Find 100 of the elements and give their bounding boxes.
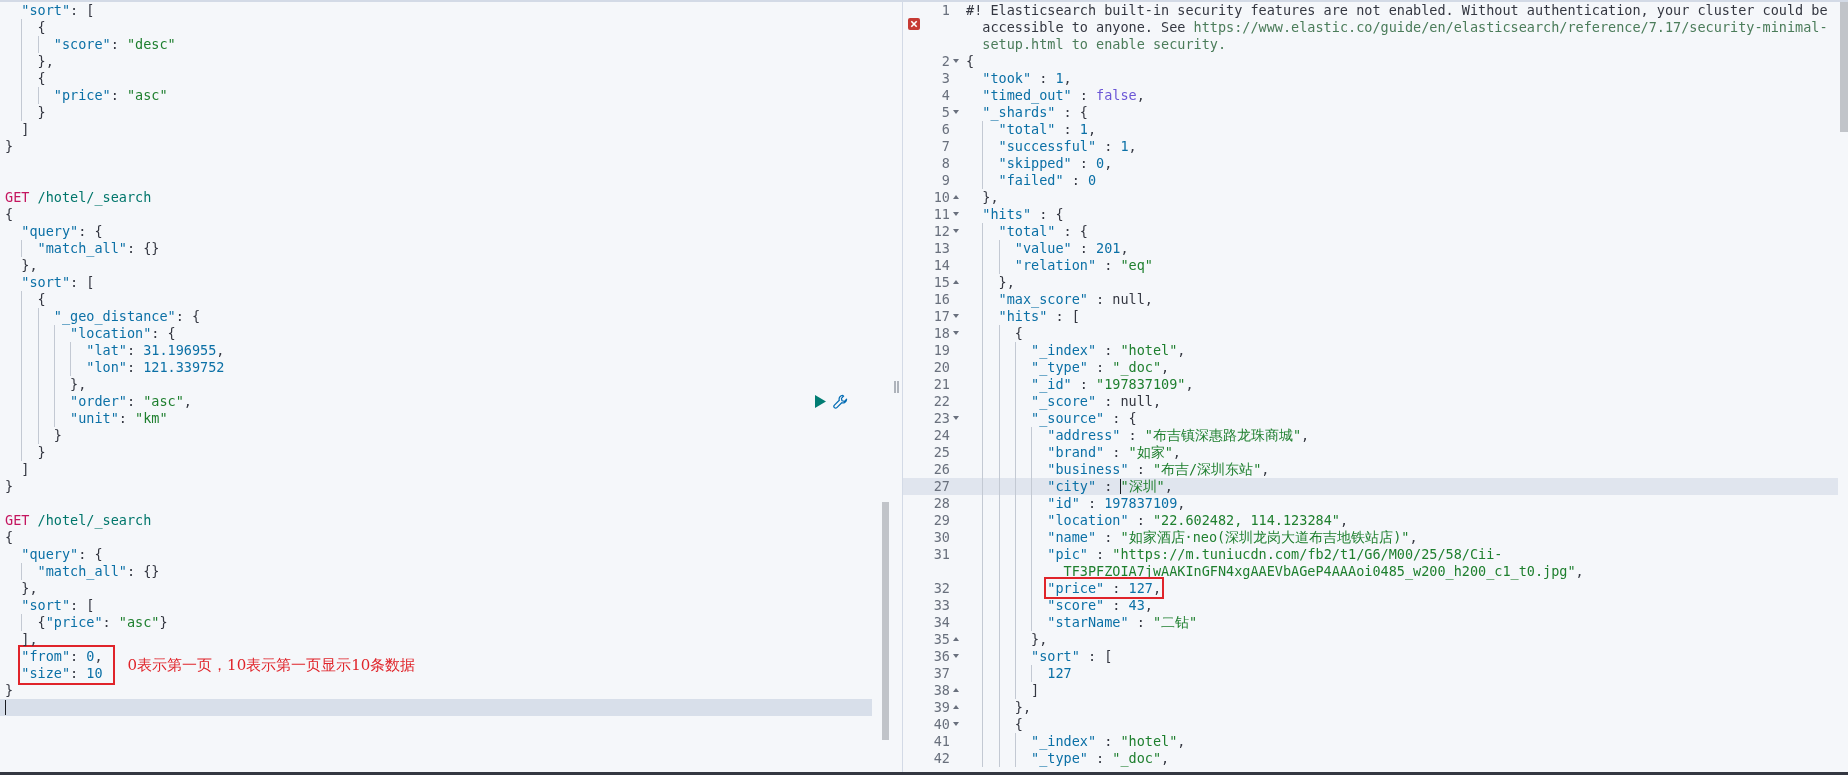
code-line: "query": { [21,546,103,563]
line-number: 20 [932,359,950,376]
code-line: "location" : "22.602482, 114.123284", [1047,512,1349,528]
code-line: "_index" : "hotel", [1031,733,1186,749]
code-line: { [966,53,975,69]
code-line: "order": "asc", [70,393,192,410]
caret-down-icon[interactable] [952,654,959,658]
code-line: ] [1031,682,1040,698]
wrench-icon[interactable] [833,394,848,409]
code-line: }, [21,580,38,597]
line-number: 31 [932,546,950,563]
caret-down-icon[interactable] [952,314,959,318]
code-line: "sort" : [ [1031,648,1113,664]
code-line: {"price": "asc"} [37,614,168,631]
code-line: } [5,478,14,495]
line-number: 23 [932,410,950,427]
code-line: "total" : { [998,223,1088,239]
line-number: 5 [940,104,950,121]
caret-down-icon[interactable] [952,59,959,63]
line-number: 39 [932,699,950,716]
caret-up-icon[interactable] [952,637,959,641]
caret-down-icon[interactable] [952,331,959,335]
caret-down-icon[interactable] [952,722,959,726]
line-number: 37 [932,665,950,682]
line-number: 41 [932,733,950,750]
line-number: 27 [932,478,950,495]
line-number: 24 [932,427,950,444]
code-line: ] [21,461,30,478]
code-line: "failed" : 0 [998,172,1097,188]
line-number: 30 [932,529,950,546]
line-number: 8 [940,155,950,172]
caret-up-icon[interactable] [952,280,959,284]
code-line: "_shards" : { [982,104,1088,120]
code-line: { [5,529,14,546]
code-line: "query": { [21,223,103,240]
code-line: ] [21,121,30,138]
caret-down-icon[interactable] [952,110,959,114]
code-line: "timed_out" : false, [982,87,1145,103]
code-line: "_geo_distance": { [53,308,201,325]
code-line: { [37,70,46,87]
code-line: "unit": "km" [70,410,168,427]
code-line: "brand" : "如家", [1047,444,1181,460]
code-line: "business" : "布吉/深圳东站", [1047,461,1270,477]
code-line: ], [21,631,38,648]
line-number: 19 [932,342,950,359]
line-number: 3 [940,70,950,87]
caret-down-icon[interactable] [952,416,959,420]
caret-down-icon[interactable] [952,229,959,233]
code-line: #! Elasticsearch built-in security features are not enabled. Without authentication, your cluster could be accessible to anyone. See https://www.elastic.co/guide/en/elasticsearch/reference/7.17/security-minimal-setup.html to enable security. [966,2,1829,52]
code-line: } [53,427,62,444]
code-line: "from": 0, [21,648,103,665]
line-number: 21 [932,376,950,393]
code-line: } [37,104,46,121]
line-number: 11 [932,206,950,223]
code-line: "pic" : "https://m.tuniucdn.com/fb2/t1/G6/M00/25/58/Cii-TF3PFZOIA7jwAAKInGFN4xgAAEVbAGeP4AAAoi0485_w200_h200_c1_t0.jpg", [1047,546,1584,579]
code-line: "score" : 43, [1047,597,1153,613]
code-line: } [5,138,14,155]
code-line: "score": "desc" [53,36,176,53]
code-line: "_score" : null, [1031,393,1162,409]
resize-handle-icon[interactable] [893,381,899,393]
line-number: 40 [932,716,950,733]
line-number: 25 [932,444,950,461]
code-line: "hits" : { [982,206,1064,222]
code-line: "size": 10 [21,665,103,682]
line-number: 7 [940,138,950,155]
text-cursor [5,700,6,715]
code-line: "took" : 1, [982,70,1072,86]
code-line: "_id" : "197837109", [1031,376,1194,392]
caret-up-icon[interactable] [952,705,959,709]
code-line: "_type" : "_doc", [1031,359,1170,375]
code-line: "city" : "深圳", [1047,478,1173,494]
line-number: 16 [932,291,950,308]
code-line: "sort": [ [21,2,95,19]
code-line: } [5,682,14,699]
line-number: 13 [932,240,950,257]
caret-up-icon[interactable] [952,688,959,692]
line-number: 33 [932,597,950,614]
code-line: }, [998,274,1015,290]
code-line: "total" : 1, [998,121,1097,137]
code-line: "relation" : "eq" [1014,257,1153,273]
code-line: { [37,19,46,36]
code-line: GET /hotel/_search [5,512,152,529]
scrollbar-thumb[interactable] [1840,2,1848,132]
code-line: } [37,444,46,461]
caret-up-icon[interactable] [952,195,959,199]
code-line: "sort": [ [21,274,95,291]
caret-down-icon[interactable] [952,212,959,216]
code-line: }, [1014,699,1032,715]
code-line: "_type" : "_doc", [1031,750,1170,766]
line-number: 12 [932,223,950,240]
play-icon[interactable] [815,395,826,408]
code-line: "lon": 121.339752 [86,359,225,376]
code-line: }, [37,53,54,70]
line-number: 29 [932,512,950,529]
line-number: 4 [940,87,950,104]
code-line: "sort": [ [21,597,95,614]
line-number: 10 [932,189,950,206]
line-number: 38 [932,682,950,699]
scrollbar-thumb[interactable] [882,502,889,740]
code-line: "id" : 197837109, [1047,495,1186,511]
